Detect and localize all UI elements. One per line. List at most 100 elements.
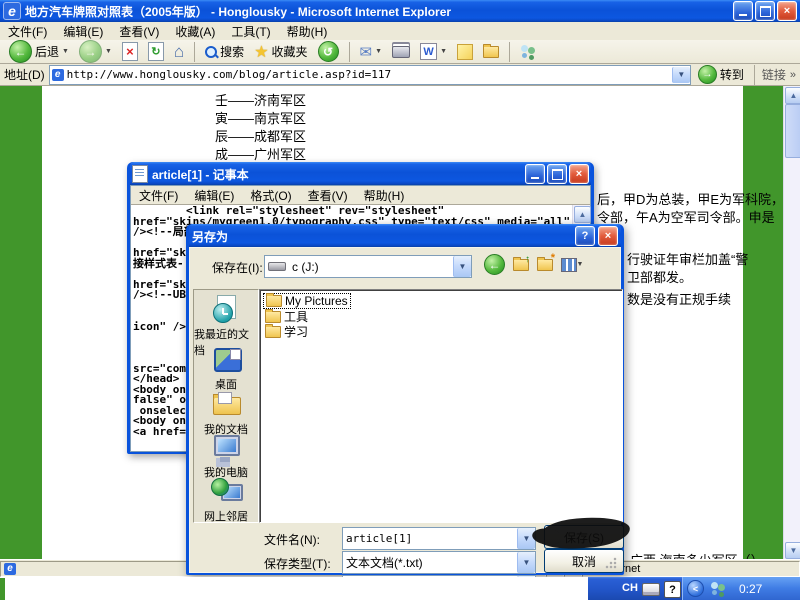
messenger-button[interactable] — [517, 44, 540, 59]
page-text-fragment: 行驶证年审栏加盖“警 — [627, 249, 748, 268]
maximize-button[interactable] — [547, 164, 567, 184]
up-one-level-button[interactable]: ↑ — [510, 254, 531, 275]
dialog-titlebar[interactable]: 另存为 ? × — [189, 224, 621, 247]
forward-button[interactable]: → ▼ — [76, 40, 115, 63]
new-folder-button[interactable]: * — [534, 254, 555, 275]
back-button[interactable]: ← — [484, 254, 505, 275]
edit-button[interactable]: W ▼ — [417, 43, 450, 60]
ime-help-icon[interactable]: ? — [664, 581, 681, 598]
history-button[interactable]: ↺ — [315, 41, 342, 62]
menu-favorites[interactable]: 收藏(A) — [167, 21, 223, 42]
folder-search-button[interactable] — [480, 46, 502, 58]
note-icon — [457, 44, 473, 60]
browser-titlebar: e 地方汽车牌照对照表（2005年版） - Honglousky - Micro… — [0, 0, 800, 22]
file-list[interactable]: My Pictures 工具 学习 — [259, 289, 623, 523]
search-icon — [205, 46, 217, 58]
place-my-documents[interactable]: 我的文档 — [194, 389, 258, 437]
notepad-menubar: 文件(F) 编辑(E) 格式(O) 查看(V) 帮助(H) — [131, 186, 590, 205]
home-icon: ⌂ — [174, 42, 184, 62]
scroll-down-icon[interactable]: ▼ — [785, 542, 800, 559]
scroll-up-icon[interactable]: ▲ — [785, 87, 800, 104]
favorites-button[interactable]: ★ 收藏夹 — [251, 42, 310, 62]
links-chevron-icon[interactable]: » — [790, 69, 796, 81]
menu-tools[interactable]: 工具(T) — [223, 21, 278, 42]
folder-icon — [265, 326, 281, 338]
chevron-down-icon[interactable]: ▼ — [453, 256, 471, 277]
minimize-button[interactable] — [733, 1, 753, 21]
discuss-button[interactable] — [454, 44, 476, 60]
menu-edit[interactable]: 编辑(E) — [186, 185, 242, 206]
save-in-label: 保存在(I): — [212, 259, 263, 276]
resize-grip[interactable] — [605, 557, 617, 569]
file-item-my-pictures[interactable]: My Pictures — [263, 293, 351, 309]
page-text-line: 寅——南京军区 — [215, 108, 306, 127]
menu-edit[interactable]: 编辑(E) — [55, 21, 111, 42]
address-input[interactable]: e http://www.honglousky.com/blog/article… — [49, 65, 691, 85]
search-button[interactable]: 搜索 — [202, 43, 247, 60]
back-icon: ← — [9, 40, 32, 63]
help-icon[interactable]: ? — [575, 226, 595, 246]
file-item-study[interactable]: 学习 — [263, 323, 310, 340]
folder-icon — [266, 295, 282, 307]
recent-documents-icon — [211, 294, 241, 324]
close-icon[interactable]: × — [777, 1, 797, 21]
scrollbar-thumb[interactable] — [785, 104, 800, 158]
menu-file[interactable]: 文件(F) — [131, 185, 186, 206]
views-icon — [561, 258, 577, 272]
menu-help[interactable]: 帮助(H) — [279, 21, 336, 42]
menu-help[interactable]: 帮助(H) — [356, 185, 413, 206]
mail-button[interactable]: ✉ ▼ — [357, 43, 386, 61]
place-my-computer[interactable]: 我的电脑 — [194, 432, 258, 480]
refresh-icon: ↻ — [148, 42, 164, 61]
toolbar-separator — [349, 42, 350, 62]
chevron-down-icon[interactable]: ▼ — [517, 552, 535, 573]
menu-file[interactable]: 文件(F) — [0, 21, 55, 42]
file-name-input[interactable]: article[1] ▼ — [342, 527, 536, 550]
back-dropdown-icon[interactable]: ▼ — [62, 48, 69, 55]
print-icon — [392, 46, 410, 58]
views-button[interactable]: ▼ — [558, 254, 586, 275]
back-button[interactable]: ← 后退 ▼ — [6, 40, 72, 63]
drive-icon — [268, 262, 286, 271]
close-icon[interactable]: × — [569, 164, 589, 184]
page-right-green-column — [743, 86, 783, 559]
address-dropdown-icon[interactable]: ▼ — [672, 67, 690, 83]
page-text-fragment: 后，甲D为总装，甲E为军科院， — [597, 189, 784, 208]
close-icon[interactable]: × — [598, 226, 618, 246]
address-label: 地址(D) — [4, 66, 45, 83]
file-name-label: 文件名(N): — [264, 531, 320, 548]
go-button[interactable]: → 转到 — [695, 65, 747, 84]
taskbar-clock[interactable]: 0:27 — [739, 582, 762, 596]
notepad-window-title: article[1] - 记事本 — [152, 166, 521, 183]
menu-format[interactable]: 格式(O) — [242, 185, 299, 206]
place-desktop[interactable]: 桌面 — [194, 344, 258, 392]
save-in-select[interactable]: c (J:) ▼ — [264, 255, 472, 278]
menu-view[interactable]: 查看(V) — [111, 21, 167, 42]
refresh-button[interactable]: ↻ — [145, 42, 167, 61]
save-as-dialog: 另存为 ? × 保存在(I): c (J:) ▼ ← ↑ * — [186, 224, 624, 575]
internet-explorer-icon: e — [3, 2, 21, 20]
notepad-icon — [132, 165, 148, 183]
go-icon: → — [698, 65, 717, 84]
forward-icon: → — [79, 40, 102, 63]
page-scrollbar[interactable]: ▲ ▼ — [783, 86, 800, 559]
stop-button[interactable]: × — [119, 42, 141, 61]
hide-icons-icon[interactable]: < — [687, 580, 704, 597]
ime-indicator[interactable]: CH — [622, 582, 638, 594]
print-button[interactable] — [389, 46, 413, 58]
keyboard-icon[interactable] — [642, 583, 660, 596]
minimize-button[interactable] — [525, 164, 545, 184]
home-button[interactable]: ⌂ — [171, 42, 187, 62]
file-type-select[interactable]: 文本文档(*.txt) ▼ — [342, 551, 536, 574]
links-label[interactable]: 链接 — [762, 66, 786, 83]
taskbar: CH ? < 0:27 — [588, 577, 800, 600]
scroll-up-icon[interactable]: ▲ — [574, 206, 591, 223]
notepad-titlebar[interactable]: article[1] - 记事本 × — [130, 162, 591, 185]
maximize-button[interactable] — [755, 1, 775, 21]
page-text-line: 成——广州军区 — [215, 144, 306, 163]
menu-view[interactable]: 查看(V) — [300, 185, 356, 206]
address-url[interactable]: http://www.honglousky.com/blog/article.a… — [67, 68, 669, 81]
place-network[interactable]: 网上邻居 — [194, 476, 258, 524]
messenger-tray-icon[interactable] — [710, 581, 727, 596]
history-icon: ↺ — [318, 41, 339, 62]
